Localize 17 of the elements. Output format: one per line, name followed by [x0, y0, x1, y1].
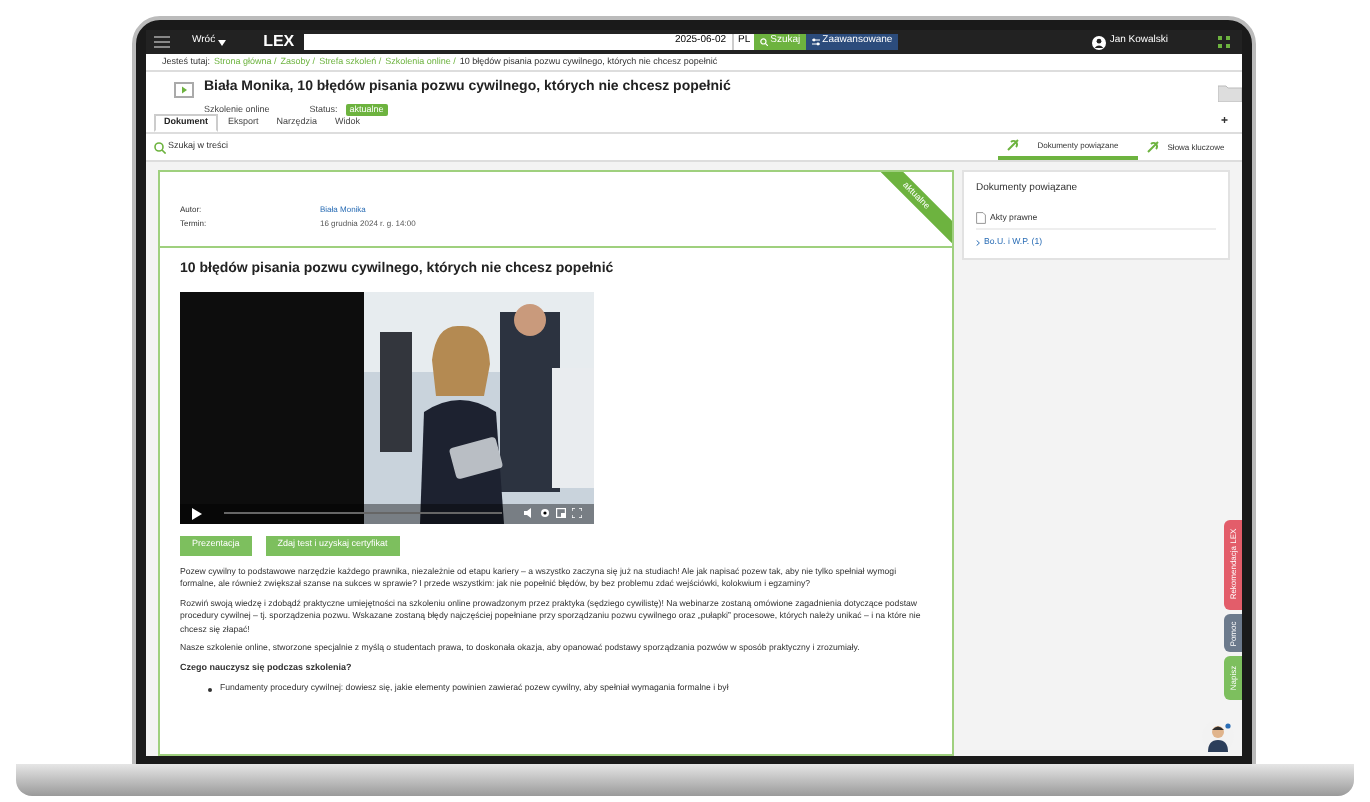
folder-icon — [1218, 82, 1242, 102]
play-icon — [192, 507, 202, 519]
document-icon — [976, 211, 986, 224]
grid-icon — [1218, 36, 1230, 48]
sliders-icon — [812, 38, 821, 46]
user-icon — [1091, 35, 1106, 49]
search-icon — [760, 38, 769, 46]
volume-icon — [524, 508, 534, 518]
caret-icon — [217, 39, 226, 45]
fullscreen-icon — [572, 508, 582, 518]
assistant-avatar-icon — [1202, 720, 1234, 752]
settings-icon — [540, 508, 550, 518]
video-icon — [174, 82, 194, 98]
menu-icon — [154, 36, 170, 48]
logo: LEX — [263, 30, 295, 54]
pip-icon — [556, 508, 566, 518]
search-icon — [154, 141, 166, 153]
